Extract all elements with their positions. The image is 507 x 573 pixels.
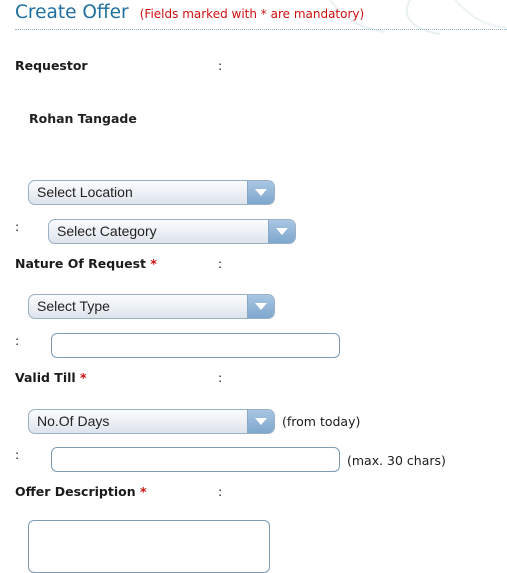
- mandatory-note: (Fields marked with * are mandatory): [139, 7, 365, 21]
- offer-description-text: Offer Description: [15, 484, 136, 499]
- valid-till-text: Valid Till: [15, 370, 76, 385]
- from-today-hint: (from today): [282, 414, 361, 429]
- location-select-value: Select Location: [37, 184, 133, 200]
- header-divider: [15, 29, 507, 30]
- category-colon: :: [15, 219, 20, 234]
- page-header: Create Offer (Fields marked with * are m…: [15, 2, 364, 23]
- offer-description-colon: :: [218, 484, 223, 499]
- page-title: Create Offer: [15, 2, 129, 23]
- location-select[interactable]: Select Location: [28, 180, 275, 205]
- required-marker: *: [150, 256, 157, 271]
- category-select-value: Select Category: [57, 223, 157, 239]
- offer-description-textarea[interactable]: [28, 520, 270, 573]
- valid-till-colon: :: [218, 370, 223, 385]
- chevron-down-icon: [247, 410, 274, 433]
- max-chars-hint: (max. 30 chars): [347, 453, 446, 468]
- chevron-down-icon: [247, 181, 274, 204]
- nature-of-request-colon: :: [218, 256, 223, 271]
- chevron-down-icon: [268, 220, 295, 243]
- category-select[interactable]: Select Category: [48, 219, 296, 244]
- valid-till-input[interactable]: [51, 447, 340, 472]
- offer-description-label: Offer Description *: [15, 484, 147, 499]
- required-marker: *: [139, 484, 147, 499]
- nature-of-request-text: Nature Of Request: [15, 256, 147, 271]
- requestor-colon: :: [218, 58, 223, 73]
- requestor-value: Rohan Tangade: [29, 111, 137, 126]
- requestor-label: Requestor: [15, 58, 88, 73]
- valid-till-label: Valid Till *: [15, 370, 87, 385]
- chevron-down-icon: [247, 295, 274, 318]
- valid-input-colon: :: [15, 447, 20, 462]
- type-select-value: Select Type: [37, 298, 110, 314]
- days-select[interactable]: No.Of Days: [28, 409, 275, 434]
- required-marker: *: [80, 370, 87, 385]
- days-select-value: No.Of Days: [37, 413, 110, 429]
- type-input-colon: :: [15, 333, 20, 348]
- type-select[interactable]: Select Type: [28, 294, 275, 319]
- nature-of-request-label: Nature Of Request *: [15, 256, 157, 271]
- type-input[interactable]: [51, 333, 340, 358]
